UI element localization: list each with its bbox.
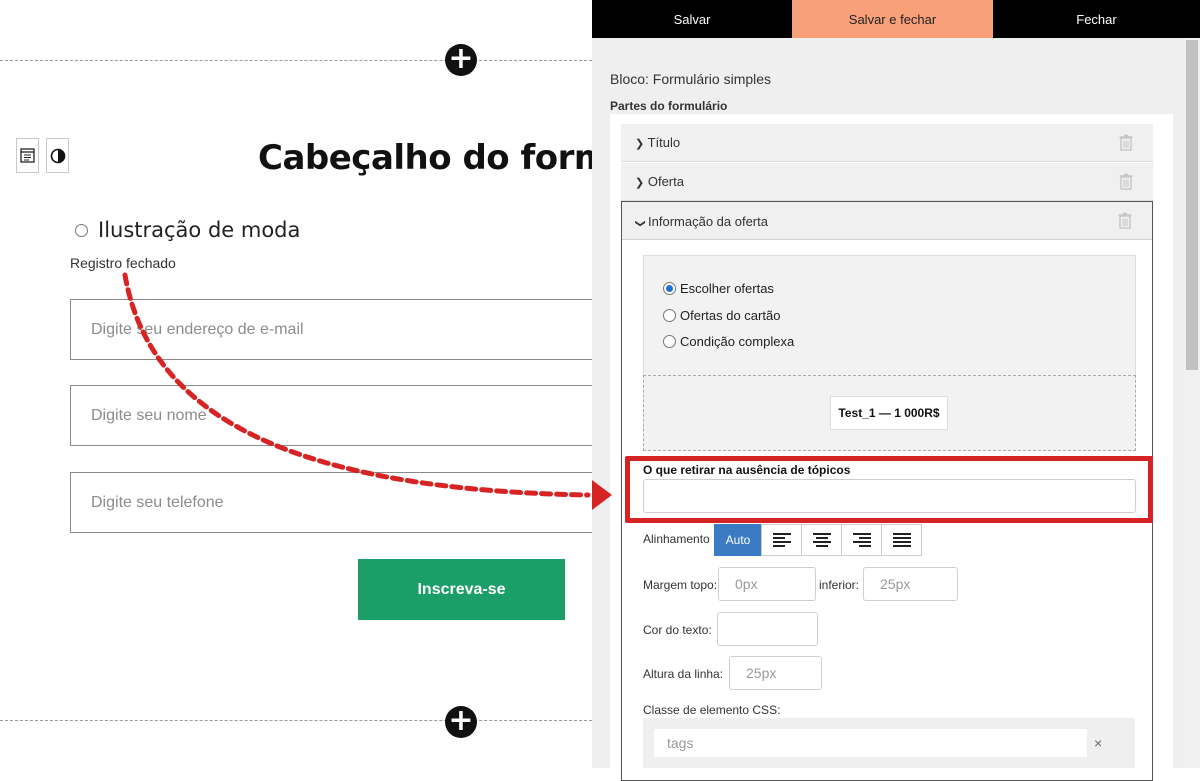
align-right-button[interactable] [841, 524, 882, 556]
margin-bottom-label: inferior: [819, 578, 860, 592]
subscribe-button[interactable]: Inscreva-se [358, 559, 565, 620]
part-title-row: ❯ Título [635, 135, 680, 150]
form-parts-title: Partes do formulário [610, 99, 728, 113]
email-input[interactable] [71, 300, 592, 359]
form-preview: + Cabeçalho do formu Ilustração de moda … [0, 0, 592, 768]
mode-complex-condition[interactable]: Condição complexa [663, 334, 794, 349]
line-height-input[interactable]: 25px [729, 656, 822, 690]
align-auto-button[interactable]: Auto [714, 524, 762, 556]
scrollbar-thumb[interactable] [1186, 40, 1198, 370]
part-offer-info-row: ❯ Informação da oferta [634, 214, 768, 229]
part-item-offer[interactable]: ❯ Oferta [621, 163, 1153, 201]
align-left-button[interactable] [761, 524, 802, 556]
part-item-title[interactable]: ❯ Título [621, 124, 1153, 162]
part-title-label: Título [647, 135, 681, 150]
align-center-icon [812, 533, 831, 547]
form-heading: Cabeçalho do formu [258, 138, 592, 178]
email-field[interactable] [70, 299, 592, 360]
align-left-icon [772, 533, 791, 547]
mode-complex-condition-label: Condição complexa [680, 334, 795, 349]
align-right-icon [852, 533, 871, 547]
name-input[interactable] [71, 386, 592, 445]
radio-unselected-icon[interactable] [663, 309, 676, 322]
part-offer-row: ❯ Oferta [635, 174, 684, 189]
text-color-input[interactable] [717, 612, 818, 646]
align-justify-icon [892, 533, 911, 547]
alignment-label: Alinhamento [643, 532, 710, 546]
radio-unselected-icon[interactable] [663, 335, 676, 348]
panel-toolbar: Salvar Salvar e fechar Fechar [592, 0, 1200, 38]
margin-bottom-input[interactable]: 25px [863, 567, 958, 601]
phone-field[interactable] [70, 472, 592, 533]
form-settings-icon[interactable] [16, 138, 39, 173]
part-item-offer-info[interactable]: ❯ Informação da oferta [622, 202, 1152, 240]
chevron-right-icon: ❯ [635, 138, 645, 150]
delete-offer-info-icon[interactable] [1118, 212, 1132, 229]
chevron-right-icon: ❯ [635, 177, 645, 189]
align-center-button[interactable] [801, 524, 842, 556]
text-color-label: Cor do texto: [643, 623, 712, 637]
mode-choose-offers-label: Escolher ofertas [680, 281, 774, 296]
delete-offer-icon[interactable] [1119, 173, 1133, 190]
save-close-button[interactable]: Salvar e fechar [792, 0, 993, 38]
contrast-icon[interactable] [46, 138, 69, 173]
section-divider-top [0, 60, 592, 61]
phone-input[interactable] [71, 473, 592, 532]
part-offer-info-label: Informação da oferta [648, 214, 768, 229]
css-class-label: Classe de elemento CSS: [643, 703, 781, 717]
css-class-tags-input[interactable]: tags [654, 729, 1087, 757]
add-section-bottom-icon[interactable]: + [445, 706, 477, 738]
radio-option[interactable]: Ilustração de moda [75, 218, 300, 242]
add-section-top-icon[interactable]: + [445, 44, 477, 76]
line-height-label: Altura da linha: [643, 667, 724, 681]
radio-option-label: Ilustração de moda [98, 218, 301, 242]
section-divider-bottom [0, 720, 592, 721]
registration-closed-note: Registro fechado [70, 255, 176, 271]
alignment-buttons: Auto [714, 524, 922, 556]
radio-circle-icon[interactable] [75, 223, 88, 237]
name-field[interactable] [70, 385, 592, 446]
part-offer-label: Oferta [647, 174, 684, 189]
margin-top-label: Margem topo: [643, 578, 718, 592]
clear-tags-icon[interactable]: × [1094, 735, 1102, 751]
close-button[interactable]: Fechar [993, 0, 1200, 38]
panel-scrollbar[interactable] [1184, 38, 1200, 768]
mode-card-offers-label: Ofertas do cartão [680, 308, 781, 323]
margin-top-input[interactable]: 0px [718, 567, 816, 601]
offer-chip[interactable]: Test_1 — 1 000R$ [830, 396, 948, 430]
delete-title-icon[interactable] [1119, 134, 1133, 151]
chevron-down-icon: ❯ [634, 219, 646, 228]
mode-card-offers[interactable]: Ofertas do cartão [663, 308, 780, 323]
save-button[interactable]: Salvar [592, 0, 792, 38]
highlight-frame [625, 456, 1153, 523]
align-justify-button[interactable] [881, 524, 922, 556]
block-title: Bloco: Formulário simples [610, 71, 772, 87]
radio-selected-icon[interactable] [663, 282, 676, 295]
mode-choose-offers[interactable]: Escolher ofertas [663, 281, 774, 296]
